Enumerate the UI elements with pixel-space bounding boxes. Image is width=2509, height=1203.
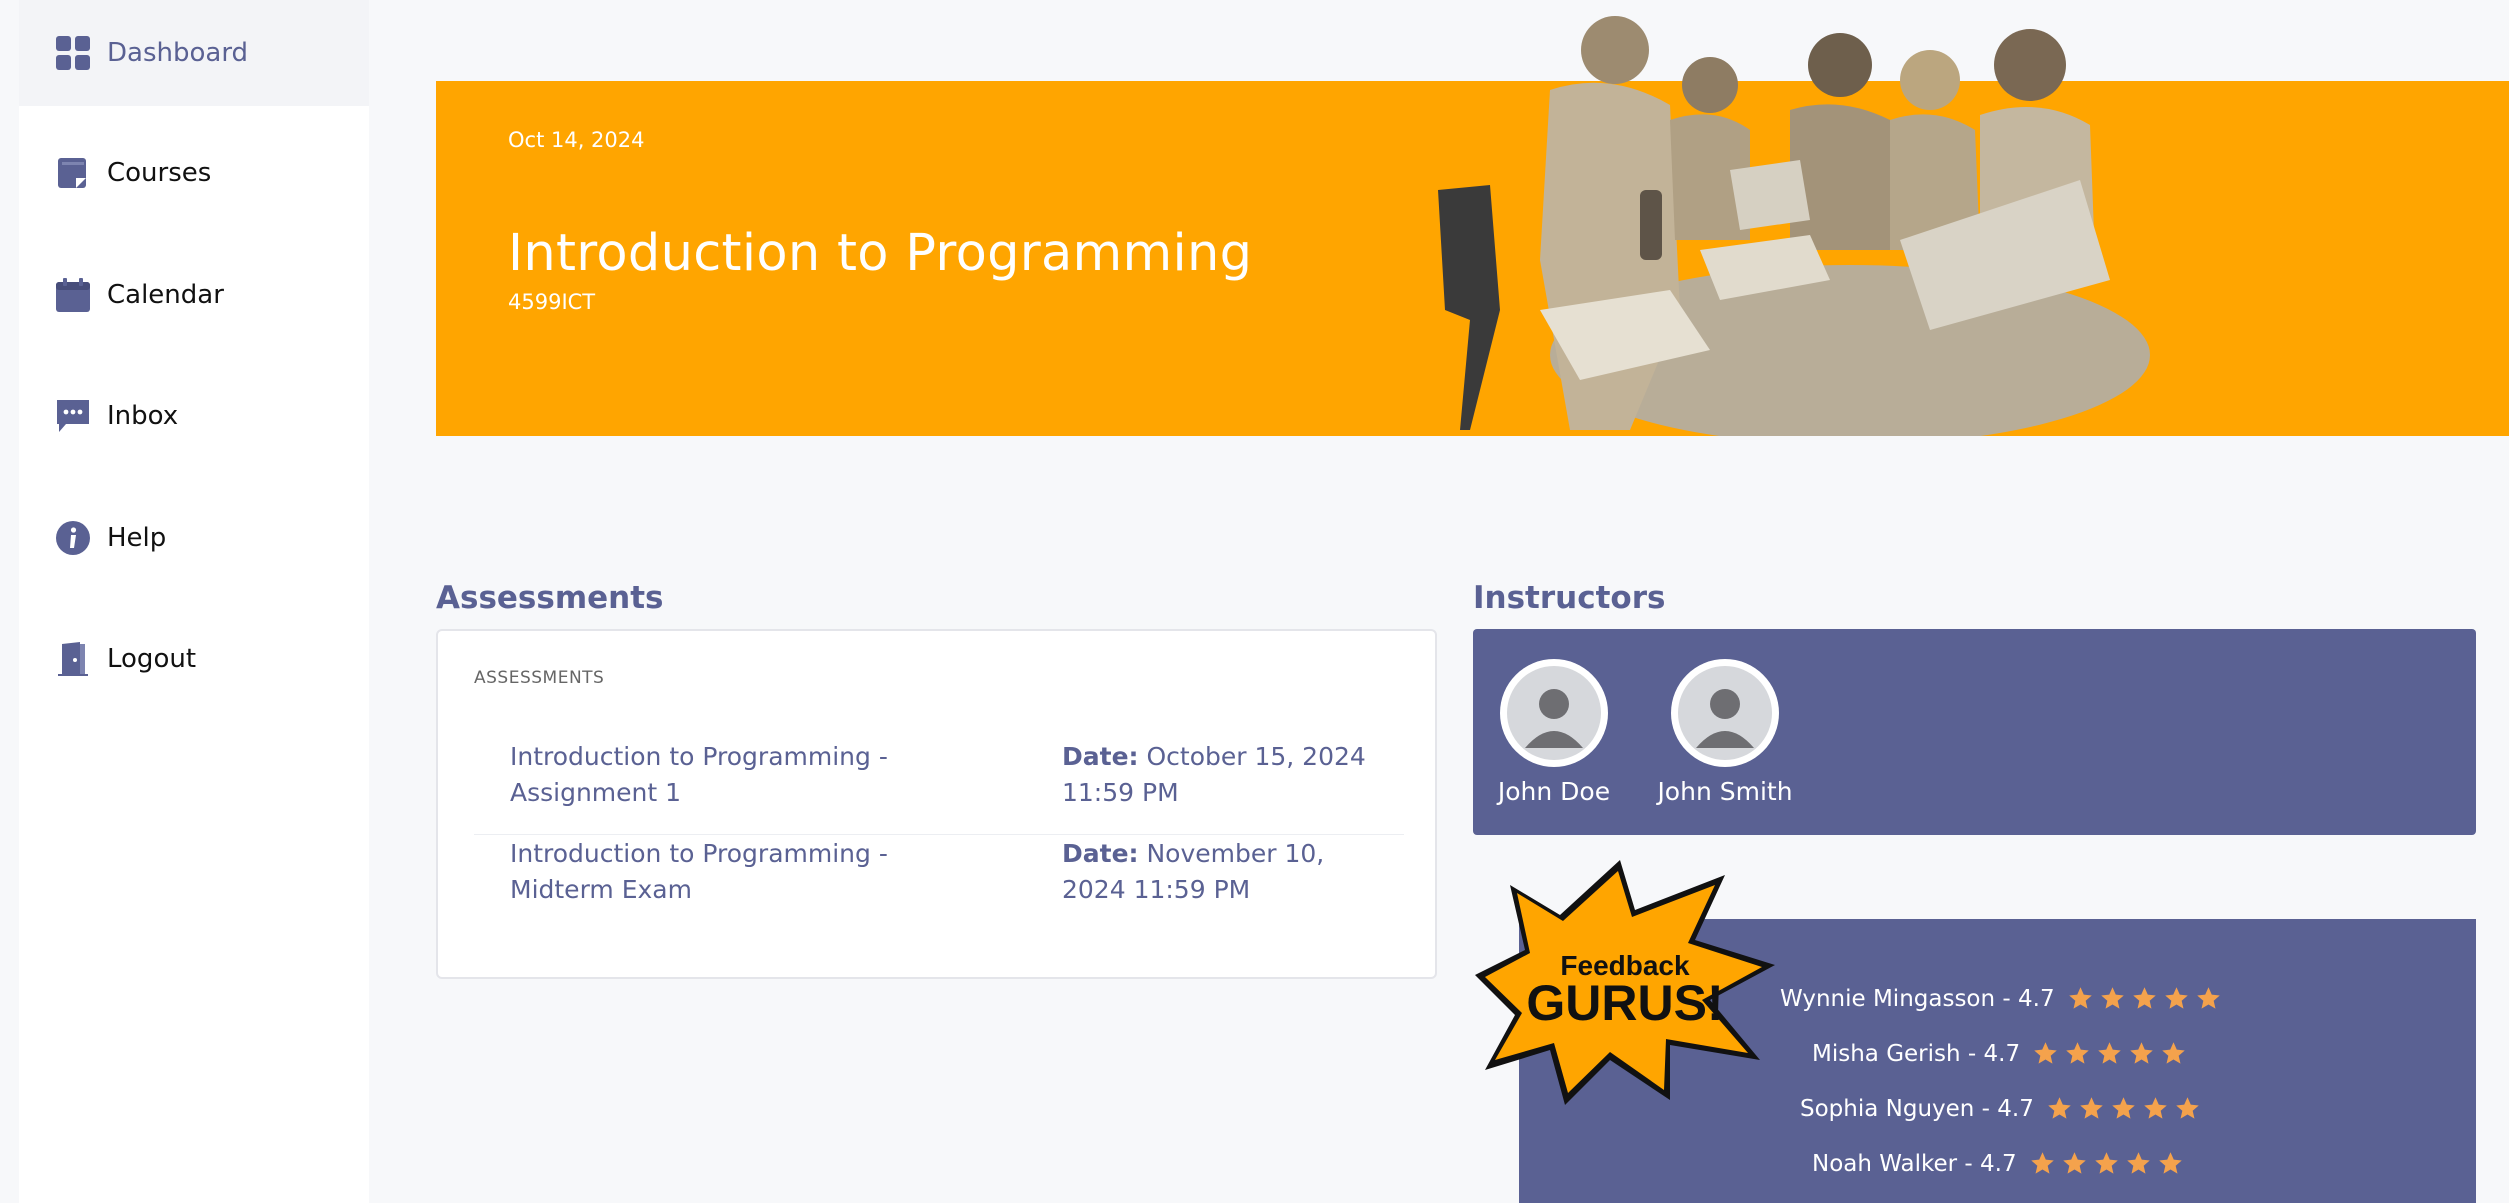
sidebar-item-help[interactable]: Help: [19, 485, 369, 591]
star-icon: [2176, 1097, 2199, 1119]
rating-row: Wynnie Mingasson - 4.7: [1780, 985, 2227, 1012]
grid-icon: [56, 36, 90, 70]
star-icon: [2034, 1042, 2057, 1064]
course-title: Introduction to Programming: [508, 224, 1253, 283]
rating-text: Noah Walker - 4.7: [1812, 1150, 2017, 1177]
door-icon: [58, 642, 88, 676]
star-icon: [2144, 1097, 2167, 1119]
feedback-gurus-badge: Feedback GURUS!: [1475, 860, 1775, 1105]
assessment-name[interactable]: Introduction to Programming - Assignment…: [510, 739, 950, 811]
assessments-card: ASSESSMENTS Introduction to Programming …: [436, 629, 1437, 979]
avatar: [1500, 659, 1608, 767]
avatar: [1671, 659, 1779, 767]
list-item[interactable]: Introduction to Programming - Assignment…: [474, 739, 1404, 835]
date-label: Date:: [1062, 742, 1139, 771]
list-item[interactable]: Introduction to Programming - Midterm Ex…: [474, 836, 1404, 932]
rating-row: Sophia Nguyen - 4.7: [1800, 1095, 2206, 1122]
star-icon: [2098, 1042, 2121, 1064]
rating-row: Misha Gerish - 4.7: [1812, 1040, 2192, 1067]
sidebar-item-inbox[interactable]: Inbox: [19, 363, 369, 469]
star-icon: [2126, 1152, 2150, 1174]
star-icon: [2030, 1152, 2054, 1174]
instructor-name: John Smith: [1657, 777, 1793, 806]
sidebar-item-label: Dashboard: [107, 38, 249, 68]
course-date: Oct 14, 2024: [508, 128, 645, 152]
rating-text: Misha Gerish - 4.7: [1812, 1040, 2021, 1067]
assessments-section-title: Assessments: [436, 580, 664, 616]
star-icon: [2132, 987, 2156, 1009]
star-icon: [2100, 987, 2124, 1009]
star-icon: [2158, 1152, 2182, 1174]
sidebar: Dashboard Courses Calendar Inbox Help Lo…: [19, 0, 369, 1203]
chat-icon: [57, 400, 89, 432]
date-label: Date:: [1062, 839, 1139, 868]
sidebar-item-label: Logout: [107, 644, 197, 674]
star-icon: [2112, 1097, 2135, 1119]
info-icon: [56, 521, 90, 555]
star-rating: [2029, 1150, 2189, 1177]
assessment-name[interactable]: Introduction to Programming - Midterm Ex…: [510, 836, 950, 908]
sidebar-item-calendar[interactable]: Calendar: [19, 242, 369, 348]
course-code: 4599ICT: [508, 290, 596, 314]
rating-row: Noah Walker - 4.7: [1812, 1150, 2189, 1177]
assessments-card-heading: ASSESSMENTS: [474, 668, 605, 688]
sidebar-item-label: Calendar: [107, 280, 224, 310]
instructors-section-title: Instructors: [1473, 580, 1666, 616]
book-icon: [58, 158, 86, 188]
star-rating: [2046, 1095, 2206, 1122]
assessment-date: Date: October 15, 2024 11:59 PM: [1062, 739, 1392, 811]
rating-text: Wynnie Mingasson - 4.7: [1780, 985, 2055, 1012]
instructor-name: John Doe: [1497, 777, 1611, 806]
star-icon: [2062, 1152, 2086, 1174]
star-icon: [2162, 1042, 2185, 1064]
star-icon: [2068, 987, 2092, 1009]
sidebar-item-courses[interactable]: Courses: [19, 120, 369, 226]
students-photo: [1438, 16, 2150, 436]
star-icon: [2080, 1097, 2103, 1119]
star-icon: [2130, 1042, 2153, 1064]
rating-text: Sophia Nguyen - 4.7: [1800, 1095, 2034, 1122]
calendar-icon: [56, 278, 90, 312]
star-icon: [2164, 987, 2188, 1009]
star-rating: [2032, 1040, 2192, 1067]
sidebar-item-label: Inbox: [107, 401, 179, 431]
instructor-card[interactable]: John Doe: [1484, 659, 1624, 806]
star-icon: [2048, 1097, 2071, 1119]
star-rating: [2067, 985, 2227, 1012]
sidebar-item-dashboard[interactable]: Dashboard: [19, 0, 369, 106]
star-icon: [2066, 1042, 2089, 1064]
user-icon: [1696, 689, 1754, 748]
sidebar-item-label: Help: [107, 523, 167, 553]
sidebar-item-logout[interactable]: Logout: [19, 606, 369, 712]
star-icon: [2094, 1152, 2118, 1174]
sidebar-item-label: Courses: [107, 158, 212, 188]
user-icon: [1525, 689, 1583, 748]
instructors-card: John Doe John Smith: [1473, 629, 2476, 835]
star-icon: [2196, 987, 2220, 1009]
assessment-date: Date: November 10, 2024 11:59 PM: [1062, 836, 1392, 908]
instructor-card[interactable]: John Smith: [1655, 659, 1795, 806]
badge-line-2: GURUS!: [1526, 975, 1723, 1031]
